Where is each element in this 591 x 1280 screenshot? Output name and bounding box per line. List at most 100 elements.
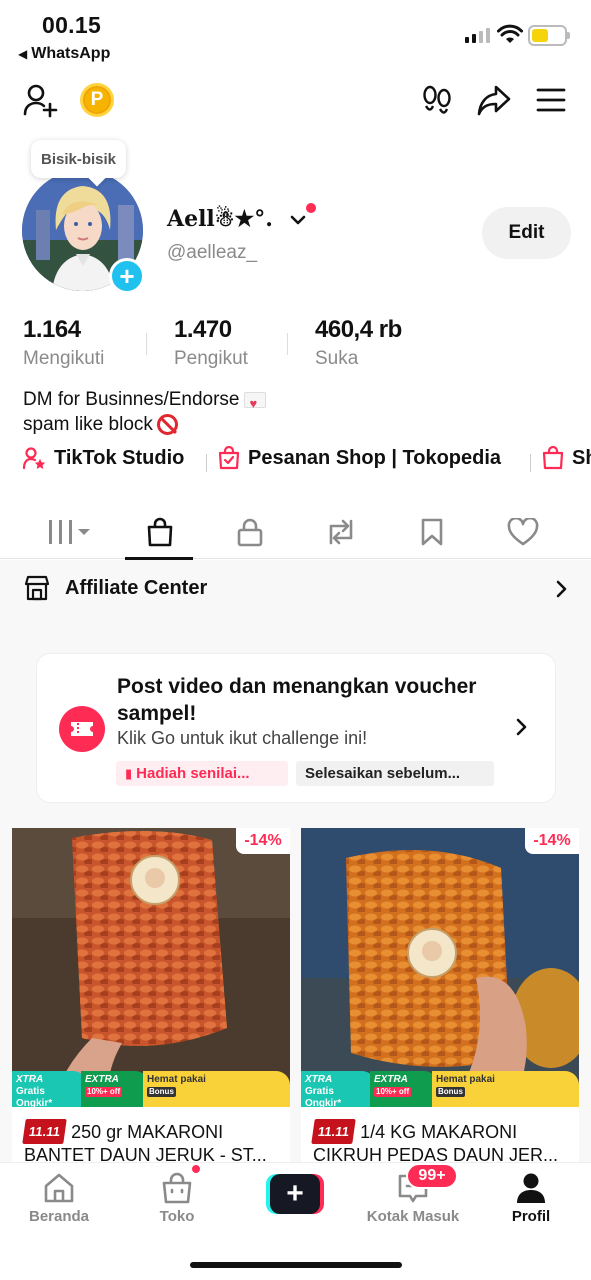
- nav-label: Toko: [159, 1208, 195, 1225]
- display-name: Aell☃★°.: [167, 206, 273, 232]
- edit-profile-button[interactable]: Edit: [482, 207, 571, 259]
- nav-shop[interactable]: Toko: [122, 1171, 232, 1225]
- link-label: Sh: [572, 446, 591, 469]
- order-bag-icon: [218, 446, 240, 470]
- menu-icon[interactable]: [529, 78, 573, 122]
- promo-strip: XTRA Gratis Ongkir* EXTRA 10%+ off Hemat p…: [12, 1071, 290, 1109]
- ticket-icon: ▮: [125, 765, 133, 781]
- promo-strip: XTRA Gratis Ongkir* EXTRA 10%+ off Hemat p…: [301, 1071, 579, 1109]
- add-friend-icon[interactable]: [18, 78, 62, 122]
- shop-notification-dot: [190, 1163, 202, 1175]
- bookmark-icon: [421, 518, 443, 546]
- plus-icon: +: [270, 1174, 320, 1214]
- shop-link[interactable]: Sh: [542, 446, 591, 470]
- promo-extra: EXTRA: [85, 1074, 119, 1085]
- cellular-signal-icon: [465, 27, 490, 43]
- tab-liked[interactable]: [488, 505, 558, 559]
- home-indicator[interactable]: [190, 1262, 402, 1268]
- reward-chip: ▮ Hadiah senilai...: [116, 761, 288, 786]
- shop-bag-icon: [542, 446, 564, 470]
- affiliate-center-row[interactable]: Affiliate Center: [0, 560, 591, 616]
- create-button[interactable]: +: [266, 1174, 324, 1214]
- whisper-tooltip[interactable]: Bisik-bisik: [31, 140, 127, 178]
- discount-badge: -14%: [236, 828, 290, 854]
- nav-label: Beranda: [28, 1208, 90, 1225]
- sale-1111-tag: 11.11: [22, 1119, 67, 1144]
- chevron-right-icon: [516, 718, 527, 736]
- wifi-icon: [497, 24, 523, 43]
- nav-home[interactable]: Beranda: [4, 1171, 114, 1225]
- heart-icon: [507, 518, 539, 546]
- profile-links: TikTok Studio Pesanan Shop | Tokopedia S…: [0, 446, 591, 478]
- notification-dot: [306, 203, 316, 213]
- home-icon: [44, 1173, 74, 1203]
- discount-badge: -14%: [525, 828, 579, 854]
- promo-xtra: XTRA: [16, 1074, 44, 1085]
- shop-icon: [162, 1172, 192, 1204]
- stat-likes[interactable]: 460,4 rb Suka: [315, 316, 402, 370]
- status-bar: 00.15 ◀ WhatsApp: [0, 0, 591, 70]
- profile-stats: 1.164 Mengikuti 1.470 Pengikut 460,4 rb …: [0, 316, 591, 376]
- stat-label: Suka: [315, 348, 359, 369]
- bag-icon: [147, 517, 173, 547]
- battery-icon: [528, 25, 570, 46]
- share-icon[interactable]: [472, 78, 516, 122]
- back-to-app-link[interactable]: ◀ WhatsApp: [18, 45, 110, 63]
- link-label: Pesanan Shop | Tokopedia: [248, 446, 502, 469]
- tab-videos[interactable]: [35, 505, 105, 559]
- tab-reposts[interactable]: [306, 505, 376, 559]
- bio-line: spam like block: [23, 414, 153, 435]
- stat-following[interactable]: 1.164 Mengikuti: [23, 316, 104, 370]
- status-time: 00.15: [42, 12, 102, 38]
- love-letter-icon: [243, 391, 266, 416]
- profile-toolbar: P: [0, 78, 591, 124]
- deadline-chip: Selesaikan sebelum...: [296, 761, 494, 786]
- promo-extra: EXTRA: [374, 1074, 408, 1085]
- challenge-subtitle: Klik Go untuk ikut challenge ini!: [117, 728, 368, 748]
- voucher-ticket-icon: [59, 706, 105, 752]
- chevron-right-icon: [556, 580, 567, 598]
- inbox-count-badge: 99+: [406, 1163, 458, 1189]
- stat-divider: [146, 333, 147, 355]
- promo-bonus: Bonus: [147, 1087, 176, 1097]
- footprints-icon[interactable]: [415, 78, 459, 122]
- chevron-down-icon[interactable]: [288, 210, 308, 230]
- promo-free-shipping: Gratis Ongkir*: [16, 1086, 53, 1109]
- add-story-button[interactable]: +: [109, 258, 145, 294]
- nav-profile[interactable]: Profil: [476, 1171, 586, 1225]
- product-image: [12, 828, 290, 1106]
- stat-label: Mengikuti: [23, 348, 105, 369]
- link-divider: [530, 454, 531, 472]
- stat-value: 460,4 rb: [315, 316, 402, 343]
- profile-tabs: [0, 505, 591, 560]
- tab-private[interactable]: [215, 505, 285, 559]
- product-card[interactable]: -14% XTRA Gratis Ongkir* EXTRA 10%+ off He…: [12, 828, 290, 1164]
- product-card[interactable]: -14% XTRA Gratis Ongkir* EXTRA 10%+ off He…: [301, 828, 579, 1164]
- stat-value: 1.470: [174, 316, 232, 343]
- promo-extra-sub: 10%+ off: [85, 1087, 123, 1097]
- stat-divider: [287, 333, 288, 355]
- store-icon: [24, 575, 50, 601]
- challenge-card[interactable]: Post video dan menangkan voucher sampel!…: [36, 653, 556, 803]
- points-coin-icon[interactable]: P: [75, 78, 119, 122]
- stat-followers[interactable]: 1.470 Pengikut: [174, 316, 248, 370]
- link-label: TikTok Studio: [54, 446, 185, 469]
- profile-icon: [517, 1173, 545, 1203]
- product-title: 11.11 1/4 KG MAKARONI CIKRUH PEDAS DAUN J…: [311, 1119, 573, 1164]
- profile-bio: DM for Businnes/Endorse spam like block: [23, 387, 266, 437]
- repost-icon: [329, 519, 353, 545]
- link-divider: [206, 454, 207, 472]
- tab-saved[interactable]: [397, 505, 467, 559]
- tab-shop[interactable]: [125, 505, 195, 560]
- tiktok-studio-link[interactable]: TikTok Studio: [22, 446, 184, 470]
- grid-icon: [49, 520, 90, 544]
- promo-hemat: Hemat pakai: [436, 1074, 495, 1085]
- sale-1111-tag: 11.11: [311, 1119, 356, 1144]
- promo-bonus: Bonus: [436, 1087, 465, 1097]
- shop-orders-link[interactable]: Pesanan Shop | Tokopedia: [218, 446, 501, 470]
- stat-label: Pengikut: [174, 348, 248, 369]
- product-title: 11.11 250 gr MAKARONI BANTET DAUN JERUK -…: [22, 1119, 284, 1164]
- back-app-label: WhatsApp: [31, 45, 111, 62]
- shop-feed: Post video dan menangkan voucher sampel!…: [0, 616, 591, 1164]
- promo-free-shipping: Gratis Ongkir*: [305, 1086, 342, 1109]
